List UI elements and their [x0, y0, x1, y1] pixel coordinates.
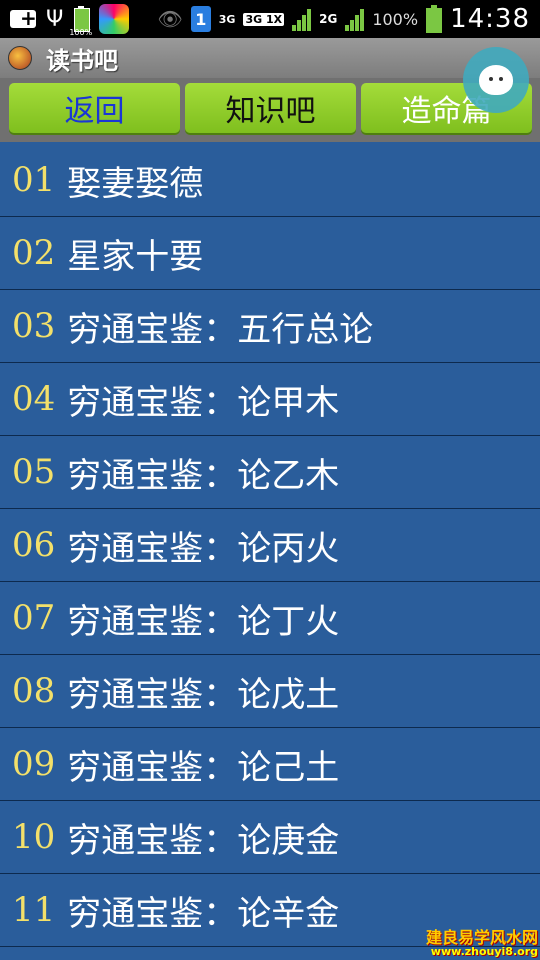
item-number: 04 [12, 379, 56, 419]
app-store-icon [99, 4, 130, 34]
usb-icon: Ψ [46, 6, 64, 32]
back-button[interactable]: 返回 [9, 83, 180, 133]
list-item[interactable]: 07 穷通宝鉴：论丁火 [0, 582, 540, 655]
item-title: 穷通宝鉴：五行总论 [67, 309, 374, 350]
tab-knowledge[interactable]: 知识吧 [185, 83, 356, 133]
signal-3g-label: 3G [218, 12, 236, 26]
battery-small-label: 100% [69, 28, 93, 37]
item-number: 01 [12, 160, 56, 200]
item-title: 穷通宝鉴：论乙木 [67, 455, 340, 496]
assistant-face-icon [479, 65, 513, 95]
item-number: 08 [12, 671, 56, 711]
watermark-name: 建良易学风水网 [425, 928, 538, 947]
signal-3g1x-label: 3G 1X [243, 12, 285, 26]
item-title: 穷通宝鉴：论辛金 [67, 893, 340, 934]
item-title: 穷通宝鉴：论己土 [67, 747, 340, 788]
sim-icon: 1 [190, 6, 211, 32]
battery-small-icon: 100% [69, 6, 92, 37]
signal-bars-icon [292, 7, 312, 31]
app-logo-icon [8, 46, 32, 70]
item-title: 穷通宝鉴：论丙火 [67, 528, 340, 569]
signal-2g-label: 2G [319, 12, 338, 26]
tab-bar: 返回 知识吧 造命篇 [0, 78, 540, 142]
item-title: 穷通宝鉴：论丁火 [67, 601, 340, 642]
floating-assistant-button[interactable] [463, 47, 529, 113]
item-number: 05 [12, 452, 56, 492]
list-item[interactable]: 02 星家十要 [0, 217, 540, 290]
signal-bars-2g-icon [345, 7, 365, 31]
watermark: 建良易学风水网 www.zhouyi8.org [426, 930, 538, 958]
item-number: 06 [12, 525, 56, 565]
item-number: 03 [12, 306, 56, 346]
list-item[interactable]: 08 穷通宝鉴：论戊土 [0, 655, 540, 728]
title-bar: 读书吧 [0, 38, 540, 78]
status-bar: Ψ 100% 👁 1 3G 3G 1X 2G 100% 14:38 [0, 0, 540, 38]
battery-icon [426, 5, 443, 33]
article-list: 01 娶妻娶德 02 星家十要 03 穷通宝鉴：五行总论 04 穷通宝鉴：论甲木 05 穷… [0, 144, 540, 947]
item-title: 穷通宝鉴：论戊土 [67, 674, 340, 715]
list-item[interactable]: 01 娶妻娶德 [0, 144, 540, 217]
list-item[interactable]: 06 穷通宝鉴：论丙火 [0, 509, 540, 582]
eye-icon: 👁 [157, 7, 183, 31]
item-number: 10 [12, 817, 56, 857]
list-item[interactable]: 05 穷通宝鉴：论乙木 [0, 436, 540, 509]
item-title: 穷通宝鉴：论庚金 [67, 820, 340, 861]
list-item[interactable]: 09 穷通宝鉴：论己土 [0, 728, 540, 801]
list-item[interactable]: 03 穷通宝鉴：五行总论 [0, 290, 540, 363]
item-title: 娶妻娶德 [67, 163, 204, 204]
list-item[interactable]: 04 穷通宝鉴：论甲木 [0, 363, 540, 436]
app-title: 读书吧 [46, 46, 118, 75]
notification-icon [10, 6, 37, 30]
list-item[interactable]: 10 穷通宝鉴：论庚金 [0, 801, 540, 874]
item-number: 02 [12, 233, 56, 273]
battery-percent: 100% [372, 9, 419, 29]
item-number: 09 [12, 744, 56, 784]
item-number: 07 [12, 598, 56, 638]
clock: 14:38 [450, 4, 530, 34]
item-title: 星家十要 [67, 236, 204, 277]
watermark-url: www.zhouyi8.org [430, 945, 538, 958]
item-number: 11 [12, 890, 56, 930]
item-title: 穷通宝鉴：论甲木 [67, 382, 340, 423]
